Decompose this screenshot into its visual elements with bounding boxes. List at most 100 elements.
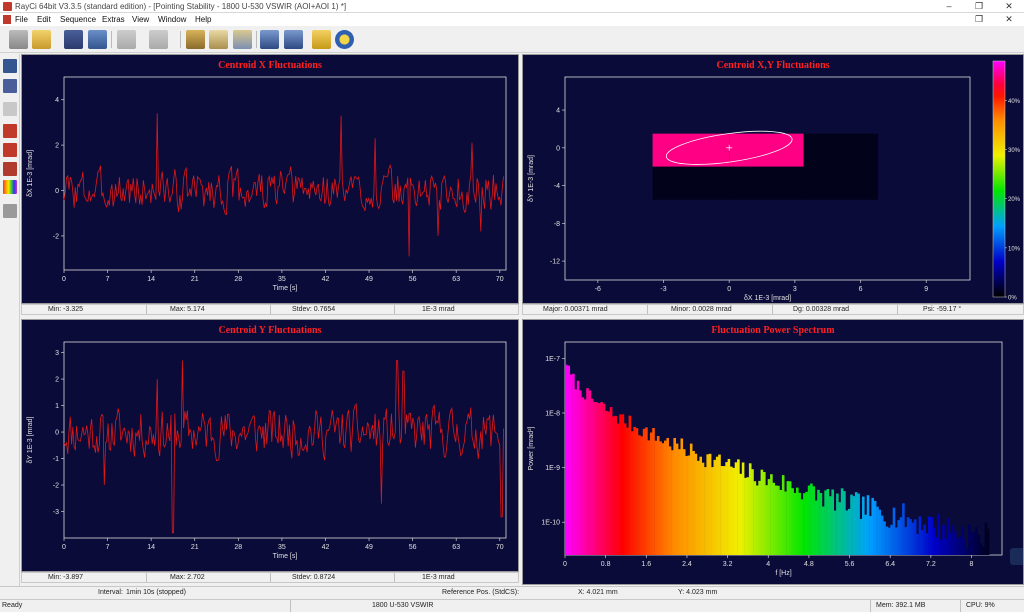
spectrum-bar	[763, 472, 766, 555]
key-icon[interactable]	[312, 30, 331, 49]
spectrum-bar	[586, 388, 589, 555]
undo-icon[interactable]	[117, 30, 136, 49]
clear-icon[interactable]	[3, 102, 17, 116]
spectrum-bar	[614, 415, 618, 555]
menu-window[interactable]: Window	[158, 15, 186, 24]
export-icon[interactable]	[3, 204, 17, 218]
spectrum-bar	[961, 526, 964, 555]
spectrum-bar	[838, 502, 841, 555]
spectrum-bar	[682, 449, 686, 555]
spectrum-bar	[977, 534, 981, 555]
spectrum-bar	[819, 493, 823, 555]
x-tick-label: 28	[234, 276, 242, 283]
checklist-icon[interactable]	[233, 30, 252, 49]
spectrum-bar	[623, 423, 627, 555]
save-icon[interactable]	[64, 30, 83, 49]
status-cpu: CPU: 9%	[966, 602, 995, 609]
centroid-x-chart[interactable]: Centroid X Fluctuations0 7 14 21 28 35 42 49 56 6…	[22, 55, 518, 303]
y-tick-label: -3	[53, 509, 59, 516]
minimize-button[interactable]: –	[934, 0, 964, 13]
menu-help[interactable]: Help	[195, 15, 211, 24]
x-tick-label: 28	[234, 544, 242, 551]
document-icon[interactable]	[3, 15, 11, 24]
spectrum-bar	[951, 525, 955, 555]
x-tick-label: 3.2	[723, 561, 733, 568]
mdi-restore-button[interactable]: ❐	[964, 13, 994, 26]
camera-icon[interactable]	[9, 30, 28, 49]
spectrum-bar	[812, 486, 816, 555]
heatmap-cell	[803, 133, 879, 167]
centroid-y-chart[interactable]: Centroid Y Fluctuations0 7 14 21 28 35 42 49 56 6…	[22, 320, 518, 571]
open-folder-icon[interactable]	[32, 30, 51, 49]
menu-edit[interactable]: Edit	[37, 15, 51, 24]
spectrum-icon[interactable]	[3, 162, 17, 176]
spectrum-bar	[774, 485, 778, 555]
spectrum-bar	[635, 428, 639, 555]
power-spectrum-chart[interactable]: Fluctuation Power Spectrum 0 0.8 1.6 2.4 3.2 4…	[523, 320, 1023, 584]
spectrum-bar	[824, 490, 827, 555]
x-tick-label: 63	[452, 276, 460, 283]
centroid-xy-chart[interactable]: Centroid X,Y Fluctuations -6 -3 0 3 6 9 4 0 -4 -8 -…	[523, 55, 1023, 303]
heatmap-cell	[803, 166, 879, 200]
spectrum-bar	[784, 491, 787, 555]
redo-icon[interactable]	[149, 30, 168, 49]
x-tick-label: 49	[365, 544, 373, 551]
spectrum-bar	[803, 493, 806, 555]
spectrum-bar	[574, 389, 577, 555]
menu-view[interactable]: View	[132, 15, 149, 24]
spectrum-bar	[942, 524, 945, 555]
menu-extras[interactable]: Extras	[102, 15, 125, 24]
spectrum-bar	[923, 524, 926, 555]
record-sequence-icon[interactable]	[3, 59, 17, 73]
colorbar-tick-label: 40%	[1008, 99, 1021, 105]
spectrum-bar	[916, 534, 919, 555]
spectrum-bar	[878, 509, 882, 555]
spectrum-bar	[869, 516, 872, 555]
pointing-icon[interactable]	[3, 124, 17, 138]
document-settings-icon[interactable]	[209, 30, 228, 49]
report-icon[interactable]	[88, 30, 107, 49]
spectrum-bar	[699, 456, 702, 555]
spectrum-bar	[598, 403, 601, 555]
y-axis-label: δY 1E-3 [mrad]	[27, 416, 34, 463]
spectrum-bar	[734, 462, 738, 555]
spectrum-bar	[692, 451, 695, 555]
x-tick-label: 0	[62, 276, 66, 283]
window-cascade-icon[interactable]	[284, 30, 303, 49]
palette-icon[interactable]	[3, 180, 17, 194]
pointing-xy-icon[interactable]	[3, 143, 17, 157]
spectrum-bar	[911, 522, 915, 555]
maximize-button[interactable]: ❐	[964, 0, 994, 13]
menu-sequence[interactable]: Sequence	[60, 15, 96, 24]
x-axis-label: δX 1E-3 [mrad]	[744, 295, 791, 302]
close-button[interactable]: ✕	[994, 0, 1024, 13]
x-tick-label: -6	[595, 286, 601, 293]
spectrum-bar	[708, 453, 712, 555]
y-tick-label: -4	[554, 183, 560, 190]
x-tick-label: -3	[660, 286, 666, 293]
spectrum-bar	[659, 441, 662, 555]
spectrum-bar	[925, 533, 929, 555]
heatmap-cell	[729, 166, 804, 200]
spectrum-bar	[687, 455, 691, 555]
stat-max: Max: 5.174	[170, 306, 205, 313]
settings-icon[interactable]	[186, 30, 205, 49]
spectrum-bar	[885, 526, 889, 555]
y-tick-label: 4	[55, 97, 59, 104]
mdi-close-button[interactable]: ✕	[994, 13, 1024, 26]
spectrum-bar	[722, 466, 726, 555]
menu-file[interactable]: File	[15, 15, 28, 24]
spectrum-bar	[748, 463, 752, 555]
y-tick-label: -2	[53, 233, 59, 240]
spectrum-bar	[713, 459, 717, 555]
scroll-tab-icon[interactable]	[1010, 548, 1023, 565]
window-tile-icon[interactable]	[260, 30, 279, 49]
spectrum-bar	[913, 519, 917, 555]
spectrum-bar	[906, 517, 910, 555]
spectrum-bar	[645, 427, 648, 555]
y-tick-label: -1	[53, 456, 59, 463]
spectrum-bar	[755, 485, 759, 555]
spectrum-bar	[862, 496, 865, 555]
save-sequence-icon[interactable]	[3, 79, 17, 93]
help-icon[interactable]	[335, 30, 354, 49]
